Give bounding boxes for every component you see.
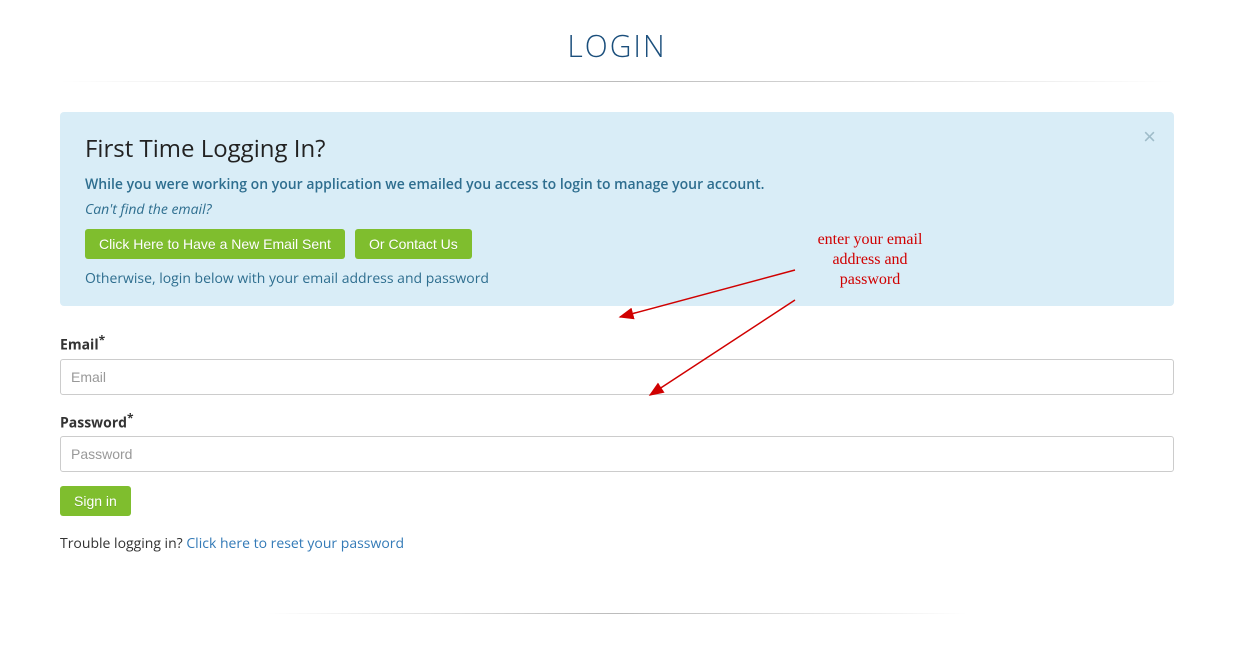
divider-top (60, 81, 1174, 82)
divider-bottom (267, 613, 967, 614)
password-label: Password* (60, 409, 1174, 433)
contact-us-button[interactable]: Or Contact Us (355, 229, 472, 259)
password-field[interactable] (60, 436, 1174, 472)
trouble-text: Trouble logging in? Click here to reset … (60, 534, 1174, 553)
page-title: LOGIN (60, 25, 1174, 66)
resend-email-button[interactable]: Click Here to Have a New Email Sent (85, 229, 345, 259)
alert-hint: Can't find the email? (85, 200, 1149, 219)
close-icon[interactable]: × (1143, 126, 1156, 148)
sign-in-button[interactable]: Sign in (60, 486, 131, 516)
email-label: Email* (60, 331, 1174, 355)
reset-password-link[interactable]: Click here to reset your password (186, 534, 404, 553)
alert-heading: First Time Logging In? (85, 132, 1149, 165)
alert-otherwise: Otherwise, login below with your email a… (85, 269, 1149, 288)
email-field[interactable] (60, 359, 1174, 395)
first-time-alert: × First Time Logging In? While you were … (60, 112, 1174, 306)
alert-lead: While you were working on your applicati… (85, 175, 1149, 194)
